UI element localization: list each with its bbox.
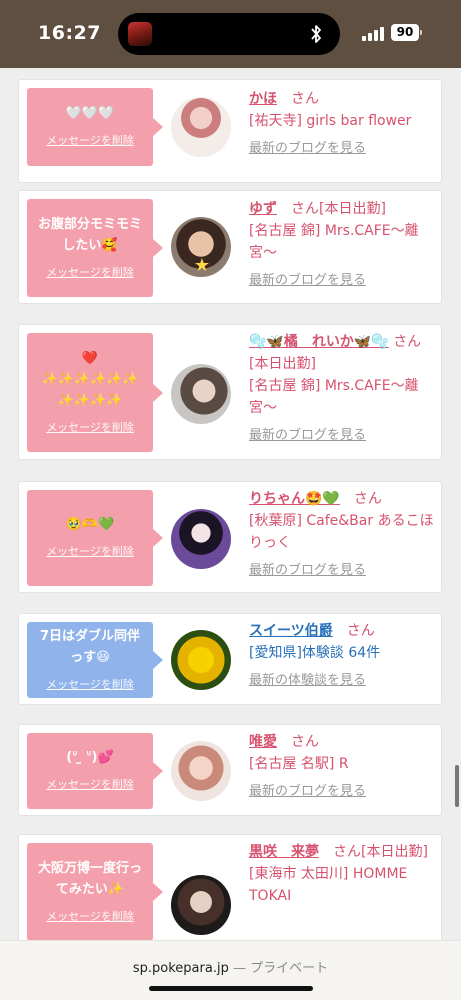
status-bar: 16:27 90: [0, 0, 461, 68]
shop-info: [名古屋 名駅] R: [249, 756, 349, 772]
profile-name-link[interactable]: 唯愛: [249, 734, 277, 750]
delete-message-link[interactable]: メッセージを削除: [46, 674, 134, 695]
message-bubble: (ᐡ ̫ ᐡ)💕 メッセージを削除: [27, 733, 163, 809]
cellular-signal-icon: [362, 27, 384, 41]
shop-info: [祐天寺] girls bar flower: [249, 113, 412, 129]
profile-info: かほ さん [祐天寺] girls bar flower 最新のブログを見る: [249, 88, 435, 160]
avatar[interactable]: [171, 741, 231, 801]
delete-message-link[interactable]: メッセージを削除: [46, 906, 134, 927]
shop-info: [東海市 太田川] HOMME TOKAI: [249, 866, 408, 904]
list-item: 🥹🫶💚 メッセージを削除 りちゃん🤩💚 さん [秋葉原] Cafe&Bar ある…: [18, 481, 442, 593]
dynamic-island[interactable]: [118, 13, 340, 55]
list-item: ❤️ ✨✨✨✨✨✨ ✨✨✨✨ メッセージを削除 🫧🦋橘 れいか🦋🫧 さん[本日出…: [18, 324, 442, 460]
message-bubble: ❤️ ✨✨✨✨✨✨ ✨✨✨✨ メッセージを削除: [27, 333, 163, 452]
honorific: さん: [291, 734, 319, 750]
url-separator: —: [232, 961, 246, 976]
latest-blog-link[interactable]: 最新のブログを見る: [249, 270, 435, 292]
latest-blog-link[interactable]: 最新のブログを見る: [249, 560, 435, 582]
profile-name-link[interactable]: 黒咲 来夢: [249, 844, 319, 860]
latest-blog-link[interactable]: 最新のブログを見る: [249, 138, 435, 160]
clock: 16:27: [38, 22, 101, 44]
message-text: 7日はダブル同伴 っす😆: [39, 628, 141, 665]
profile-name-link[interactable]: ゆず: [249, 201, 277, 217]
profile-info: ゆず さん[本日出勤] [名古屋 錦] Mrs.CAFE〜離宮〜 最新のブログを…: [249, 198, 435, 292]
latest-blog-link[interactable]: 最新のブログを見る: [249, 425, 435, 447]
avatar[interactable]: [171, 630, 231, 690]
private-mode-label: プライベート: [250, 961, 329, 976]
honorific: さん: [291, 91, 319, 107]
now-playing-artwork: [128, 22, 152, 46]
delete-message-link[interactable]: メッセージを削除: [46, 541, 134, 562]
message-bubble: 🤍🤍🤍 メッセージを削除: [27, 88, 163, 166]
avatar[interactable]: ★: [171, 217, 231, 277]
list-item: (ᐡ ̫ ᐡ)💕 メッセージを削除 唯愛 さん [名古屋 名駅] R 最新のブロ…: [18, 724, 442, 816]
delete-message-link[interactable]: メッセージを削除: [46, 417, 134, 438]
profile-name-link[interactable]: スイーツ伯爵: [249, 623, 333, 639]
honorific: さん[本日出勤]: [333, 844, 428, 860]
list-item: お腹部分モミモミ したい🥰 メッセージを削除 ★ ゆず さん[本日出勤] [名古…: [18, 190, 442, 304]
browser-address-bar[interactable]: sp.pokepara.jp — プライベート: [0, 940, 461, 1000]
profile-info: りちゃん🤩💚 さん [秋葉原] Cafe&Bar あるこほりっく 最新のブログを…: [249, 488, 435, 582]
shop-info: [愛知県]体験談 64件: [249, 645, 381, 661]
profile-info: 唯愛 さん [名古屋 名駅] R 最新のブログを見る: [249, 731, 435, 803]
message-text: 🤍🤍🤍: [65, 106, 115, 121]
delete-message-link[interactable]: メッセージを削除: [46, 262, 134, 283]
bluetooth-icon: [311, 25, 321, 43]
profile-name-link[interactable]: かほ: [249, 91, 277, 107]
message-text: 🥹🫶💚: [65, 517, 115, 532]
message-text: 大阪万博一度行っ てみたい✨: [37, 860, 142, 897]
shop-info: [秋葉原] Cafe&Bar あるこほりっく: [249, 513, 434, 551]
latest-blog-link[interactable]: 最新のブログを見る: [249, 781, 435, 803]
message-text: (ᐡ ̫ ᐡ)💕: [66, 750, 114, 765]
list-item: 7日はダブル同伴 っす😆 メッセージを削除 スイーツ伯爵 さん [愛知県]体験談…: [18, 613, 442, 705]
profile-name-link[interactable]: りちゃん🤩💚: [249, 491, 340, 507]
profile-info: 黒咲 来夢 さん[本日出勤] [東海市 太田川] HOMME TOKAI: [249, 841, 435, 907]
message-bubble: 大阪万博一度行っ てみたい✨ メッセージを削除: [27, 843, 163, 941]
url-text: sp.pokepara.jp: [132, 961, 229, 976]
message-bubble: 7日はダブル同伴 っす😆 メッセージを削除: [27, 622, 163, 698]
avatar[interactable]: [171, 97, 231, 157]
star-sticker-icon: ★: [193, 255, 211, 276]
latest-reviews-link[interactable]: 最新の体験談を見る: [249, 670, 435, 692]
avatar[interactable]: [171, 509, 231, 569]
honorific: さん: [353, 491, 382, 507]
shop-info: [名古屋 錦] Mrs.CAFE〜離宮〜: [249, 223, 419, 261]
list-item: 大阪万博一度行っ てみたい✨ メッセージを削除 黒咲 来夢 さん[本日出勤] […: [18, 834, 442, 948]
url-display[interactable]: sp.pokepara.jp — プライベート: [0, 957, 461, 976]
message-text: ❤️ ✨✨✨✨✨✨ ✨✨✨✨: [41, 350, 139, 408]
avatar[interactable]: [171, 875, 231, 935]
profile-info: 🫧🦋橘 れいか🦋🫧 さん[本日出勤] [名古屋 錦] Mrs.CAFE〜離宮〜 …: [249, 331, 435, 447]
profile-name-link[interactable]: 🫧🦋橘 れいか🦋🫧: [249, 334, 389, 350]
scroll-indicator[interactable]: [455, 765, 459, 807]
home-indicator[interactable]: [149, 986, 313, 991]
message-bubble: お腹部分モミモミ したい🥰 メッセージを削除: [27, 199, 163, 297]
message-text: お腹部分モミモミ したい🥰: [37, 216, 142, 253]
honorific: さん: [346, 623, 375, 639]
avatar[interactable]: [171, 364, 231, 424]
screen: 16:27 90 🤍🤍🤍 メッセージを削除 かほ さん [祐天寺] girls …: [0, 0, 461, 1000]
message-bubble: 🥹🫶💚 メッセージを削除: [27, 490, 163, 586]
battery-icon: 90: [391, 24, 422, 41]
honorific: さん[本日出勤]: [291, 201, 386, 217]
shop-info: [名古屋 錦] Mrs.CAFE〜離宮〜: [249, 378, 419, 416]
profile-info: スイーツ伯爵 さん [愛知県]体験談 64件 最新の体験談を見る: [249, 620, 435, 692]
delete-message-link[interactable]: メッセージを削除: [46, 130, 134, 151]
delete-message-link[interactable]: メッセージを削除: [46, 774, 134, 795]
list-item: 🤍🤍🤍 メッセージを削除 かほ さん [祐天寺] girls bar flowe…: [18, 79, 442, 183]
